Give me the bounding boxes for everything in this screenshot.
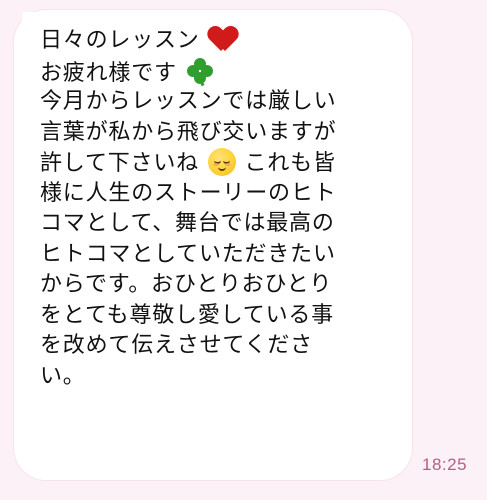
message-line-10: をとても尊敬し愛している事 [40,302,334,328]
message-line-12: い。 [40,363,86,389]
message-line-11: を改めて伝えさせてくださ [40,333,313,358]
message-line-8: ヒトコマとしていただきたい [40,241,336,267]
message-line-6: 様に人生のストーリーのヒト [40,180,337,206]
red-heart-icon [209,26,237,50]
relieved-face-icon [207,148,236,176]
chat-screen: { "chat": { "message": { "line_1": "日々のレ… [0,0,487,500]
message-timestamp: 18:25 [422,455,468,474]
message-line-2: お疲れ様です [40,57,400,88]
message-line-1-text: 日々のレッスン [40,28,200,53]
message-line-2-text: お疲れ様です [40,60,177,86]
message-text: 日々のレッスン お疲れ様です 今月からレッスンでは厳しい 言葉が私から飛び交いま… [40,26,400,392]
relieved-mouth-icon [217,165,226,171]
four-leaf-clover-icon [186,57,214,86]
message-line-1: 日々のレッスン [40,26,400,57]
message-line-5: 許して下さいね これも皆 [40,148,400,179]
message-line-3: 今月からレッスンでは厳しい [40,89,337,114]
message-line-5-after-emoji: これも皆 [244,151,336,176]
message-line-9: からです。おひとりおひとり [40,272,333,297]
message-line-4: 言葉が私から飛び交いますが [40,119,337,145]
message-line-5-before-emoji: 許して下さいね [40,151,199,176]
message-line-7: コマとして、舞台では最高の [40,211,335,236]
